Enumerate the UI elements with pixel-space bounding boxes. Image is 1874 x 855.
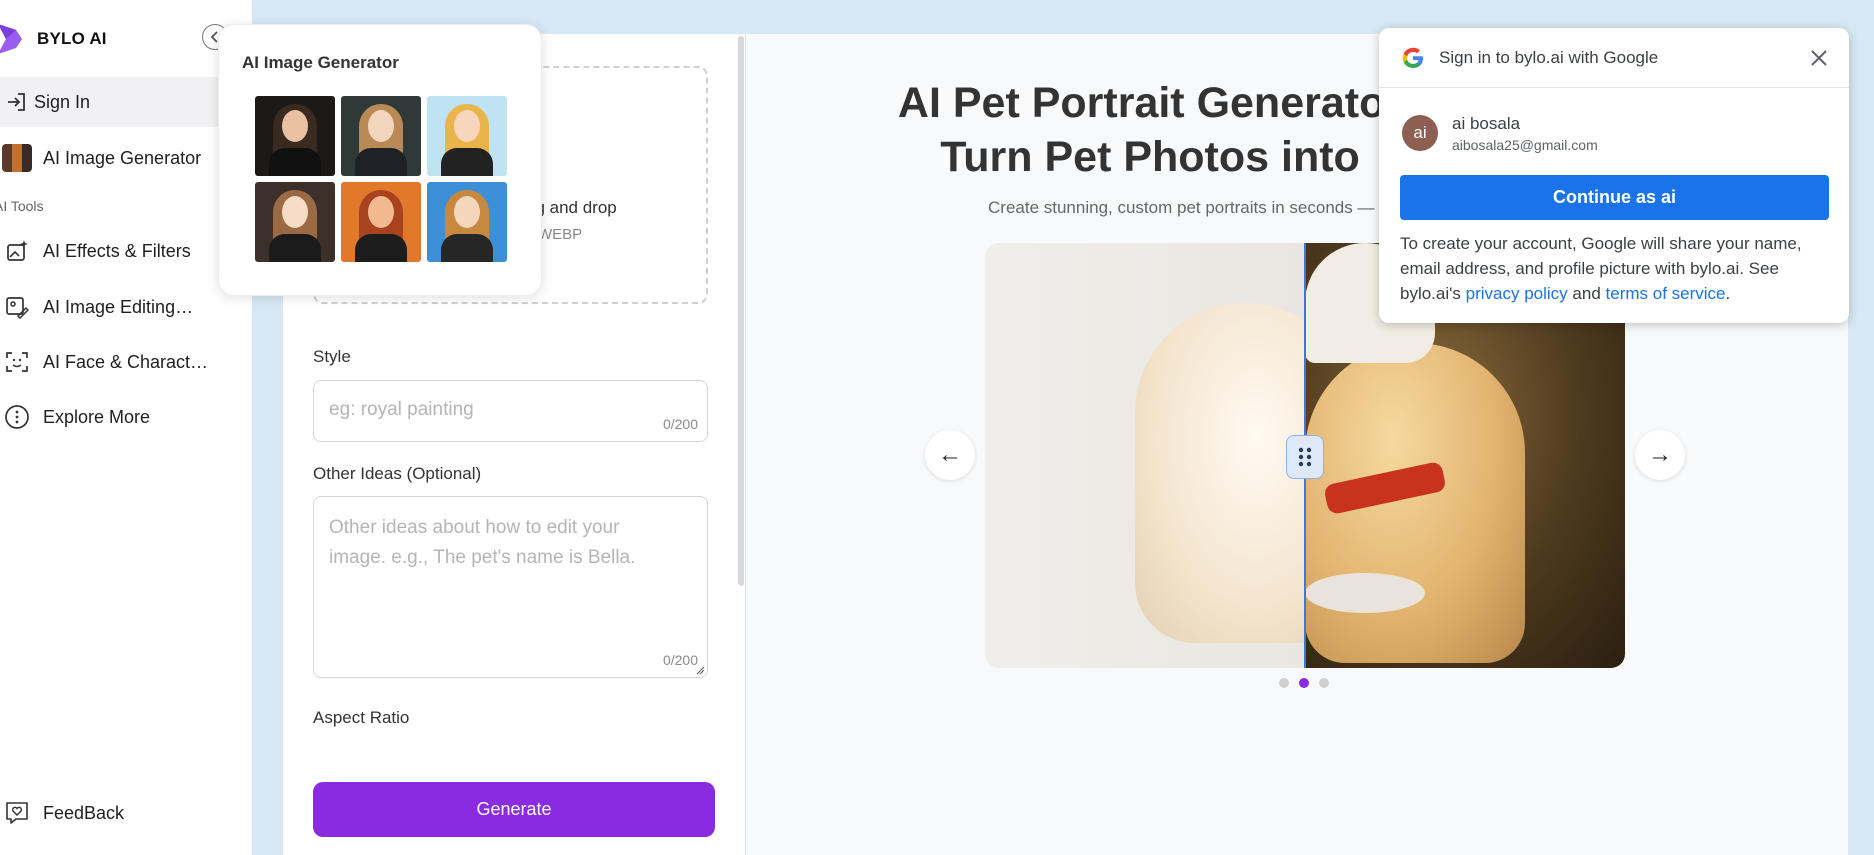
sidebar-item-label: Explore More	[43, 406, 151, 427]
google-signin-dialog: Sign in to bylo.ai with Google ai ai bos…	[1379, 28, 1849, 323]
brand-logo[interactable]: BYLO AI	[0, 18, 107, 60]
face-scan-icon	[2, 347, 32, 377]
resize-handle-icon[interactable]	[696, 666, 705, 675]
thumbnail-portrait-chibi-blue-bg[interactable]	[427, 182, 507, 262]
sidebar-sign-in[interactable]: Sign In	[0, 77, 252, 127]
form-scrollbar[interactable]	[738, 36, 744, 586]
privacy-policy-link[interactable]: privacy policy	[1466, 284, 1568, 303]
style-label: Style	[313, 347, 351, 366]
disclaimer-period: .	[1725, 284, 1731, 303]
ai-image-generator-popover: AI Image Generator	[218, 24, 542, 296]
google-logo-icon	[1402, 47, 1423, 68]
terms-of-service-link[interactable]: terms of service	[1606, 284, 1726, 303]
continue-as-button[interactable]: Continue as ai	[1400, 175, 1829, 220]
sidebar-item-label: AI Face & Charact…	[43, 351, 209, 372]
account-name: ai bosala	[1452, 114, 1521, 133]
thumbnail-portrait-cartoon-with-dog[interactable]	[427, 96, 507, 176]
account-avatar: ai	[1402, 115, 1438, 151]
google-signin-title: Sign in to bylo.ai with Google	[1439, 48, 1659, 67]
slide-dot-active[interactable]	[1299, 678, 1309, 688]
image-edit-icon	[2, 292, 32, 322]
sidebar-item-label: AI Image Generator	[43, 147, 202, 168]
disclaimer-text: To create your account, Google will shar…	[1400, 234, 1802, 303]
page-subtitle: Create stunning, custom pet portraits in…	[988, 198, 1375, 217]
sparkle-image-icon	[2, 236, 32, 266]
more-dots-icon	[2, 402, 32, 432]
thumbnail-portrait-dark-hair[interactable]	[255, 96, 335, 176]
ai-image-generator-icon	[2, 143, 32, 173]
sidebar: BYLO AI Sign In AI Image Generator AI To…	[0, 0, 252, 855]
brand-name: BYLO AI	[37, 29, 107, 48]
other-ideas-placeholder: Other ideas about how to edit your image…	[329, 517, 636, 568]
slide-dot[interactable]	[1279, 678, 1289, 688]
sign-in-label: Sign In	[34, 91, 91, 112]
slide-dot[interactable]	[1319, 678, 1329, 688]
popover-title: AI Image Generator	[242, 53, 399, 72]
account-email: aibosala25@gmail.com	[1452, 137, 1598, 153]
sign-in-icon	[2, 87, 32, 117]
upload-formats: WEBP	[538, 226, 583, 243]
sidebar-item-label: AI Effects & Filters	[43, 240, 191, 261]
sidebar-item-image-editing[interactable]: AI Image Editing…	[0, 282, 252, 332]
style-char-count: 0/200	[662, 416, 698, 432]
bylo-logo-icon	[0, 24, 22, 54]
sidebar-item-label: AI Image Editing…	[43, 296, 194, 317]
prev-slide-button[interactable]: ←	[925, 430, 975, 480]
other-ideas-textarea[interactable]: Other ideas about how to edit your image…	[313, 496, 708, 678]
next-slide-button[interactable]: →	[1635, 430, 1685, 480]
google-signin-disclaimer: To create your account, Google will shar…	[1400, 231, 1832, 306]
section-label-ai-tools: AI Tools	[0, 198, 44, 214]
sidebar-item-ai-image-generator[interactable]: AI Image Generator	[0, 133, 252, 183]
sidebar-feedback[interactable]: FeedBack	[0, 788, 252, 838]
thumbnail-portrait-anime-long-hair[interactable]	[341, 96, 421, 176]
generate-button[interactable]: Generate	[313, 782, 715, 837]
sidebar-item-effects-filters[interactable]: AI Effects & Filters	[0, 226, 252, 276]
plate	[1305, 573, 1425, 613]
disclaimer-and: and	[1572, 284, 1601, 303]
style-placeholder: eg: royal painting	[329, 399, 474, 420]
google-signin-header: Sign in to bylo.ai with Google	[1379, 28, 1849, 88]
sidebar-item-face-character[interactable]: AI Face & Charact…	[0, 337, 252, 387]
comparison-drag-handle[interactable]	[1286, 435, 1324, 479]
other-ideas-label: Other Ideas (Optional)	[313, 464, 482, 483]
before-image	[985, 243, 1355, 668]
thumbnail-portrait-anime-brown-hair[interactable]	[255, 182, 335, 262]
feedback-icon	[2, 798, 32, 828]
thumbnail-grid	[255, 96, 507, 262]
grip-dots-icon	[1298, 447, 1312, 467]
aspect-ratio-label: Aspect Ratio	[313, 708, 410, 727]
sidebar-item-label: FeedBack	[43, 802, 125, 823]
style-input[interactable]: eg: royal painting 0/200	[313, 380, 708, 442]
slide-indicators	[1279, 678, 1329, 688]
other-ideas-char-count: 0/200	[662, 652, 698, 668]
close-icon	[1811, 50, 1827, 66]
close-button[interactable]	[1805, 44, 1833, 72]
thumbnail-portrait-cartoon-red-hair[interactable]	[341, 182, 421, 262]
sidebar-item-explore-more[interactable]: Explore More	[0, 392, 252, 442]
